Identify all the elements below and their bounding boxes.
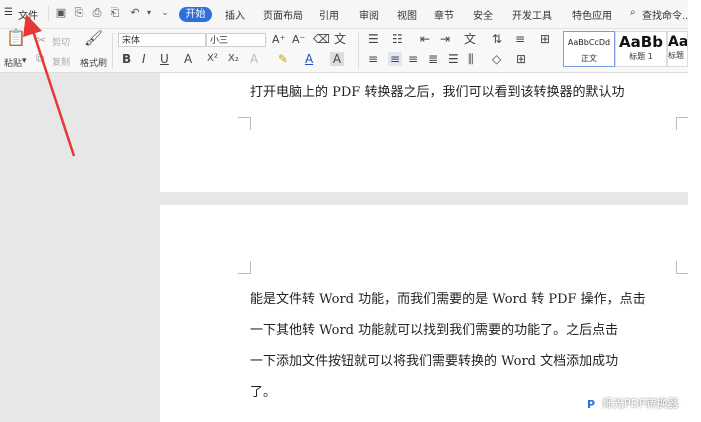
arrow-head (23, 14, 42, 37)
red-arrow-annotation (23, 14, 76, 157)
watermark-text: 烁光PDF转换器 (602, 397, 679, 410)
watermark-logo-icon: P (587, 398, 596, 411)
arrow-shaft (31, 30, 76, 157)
